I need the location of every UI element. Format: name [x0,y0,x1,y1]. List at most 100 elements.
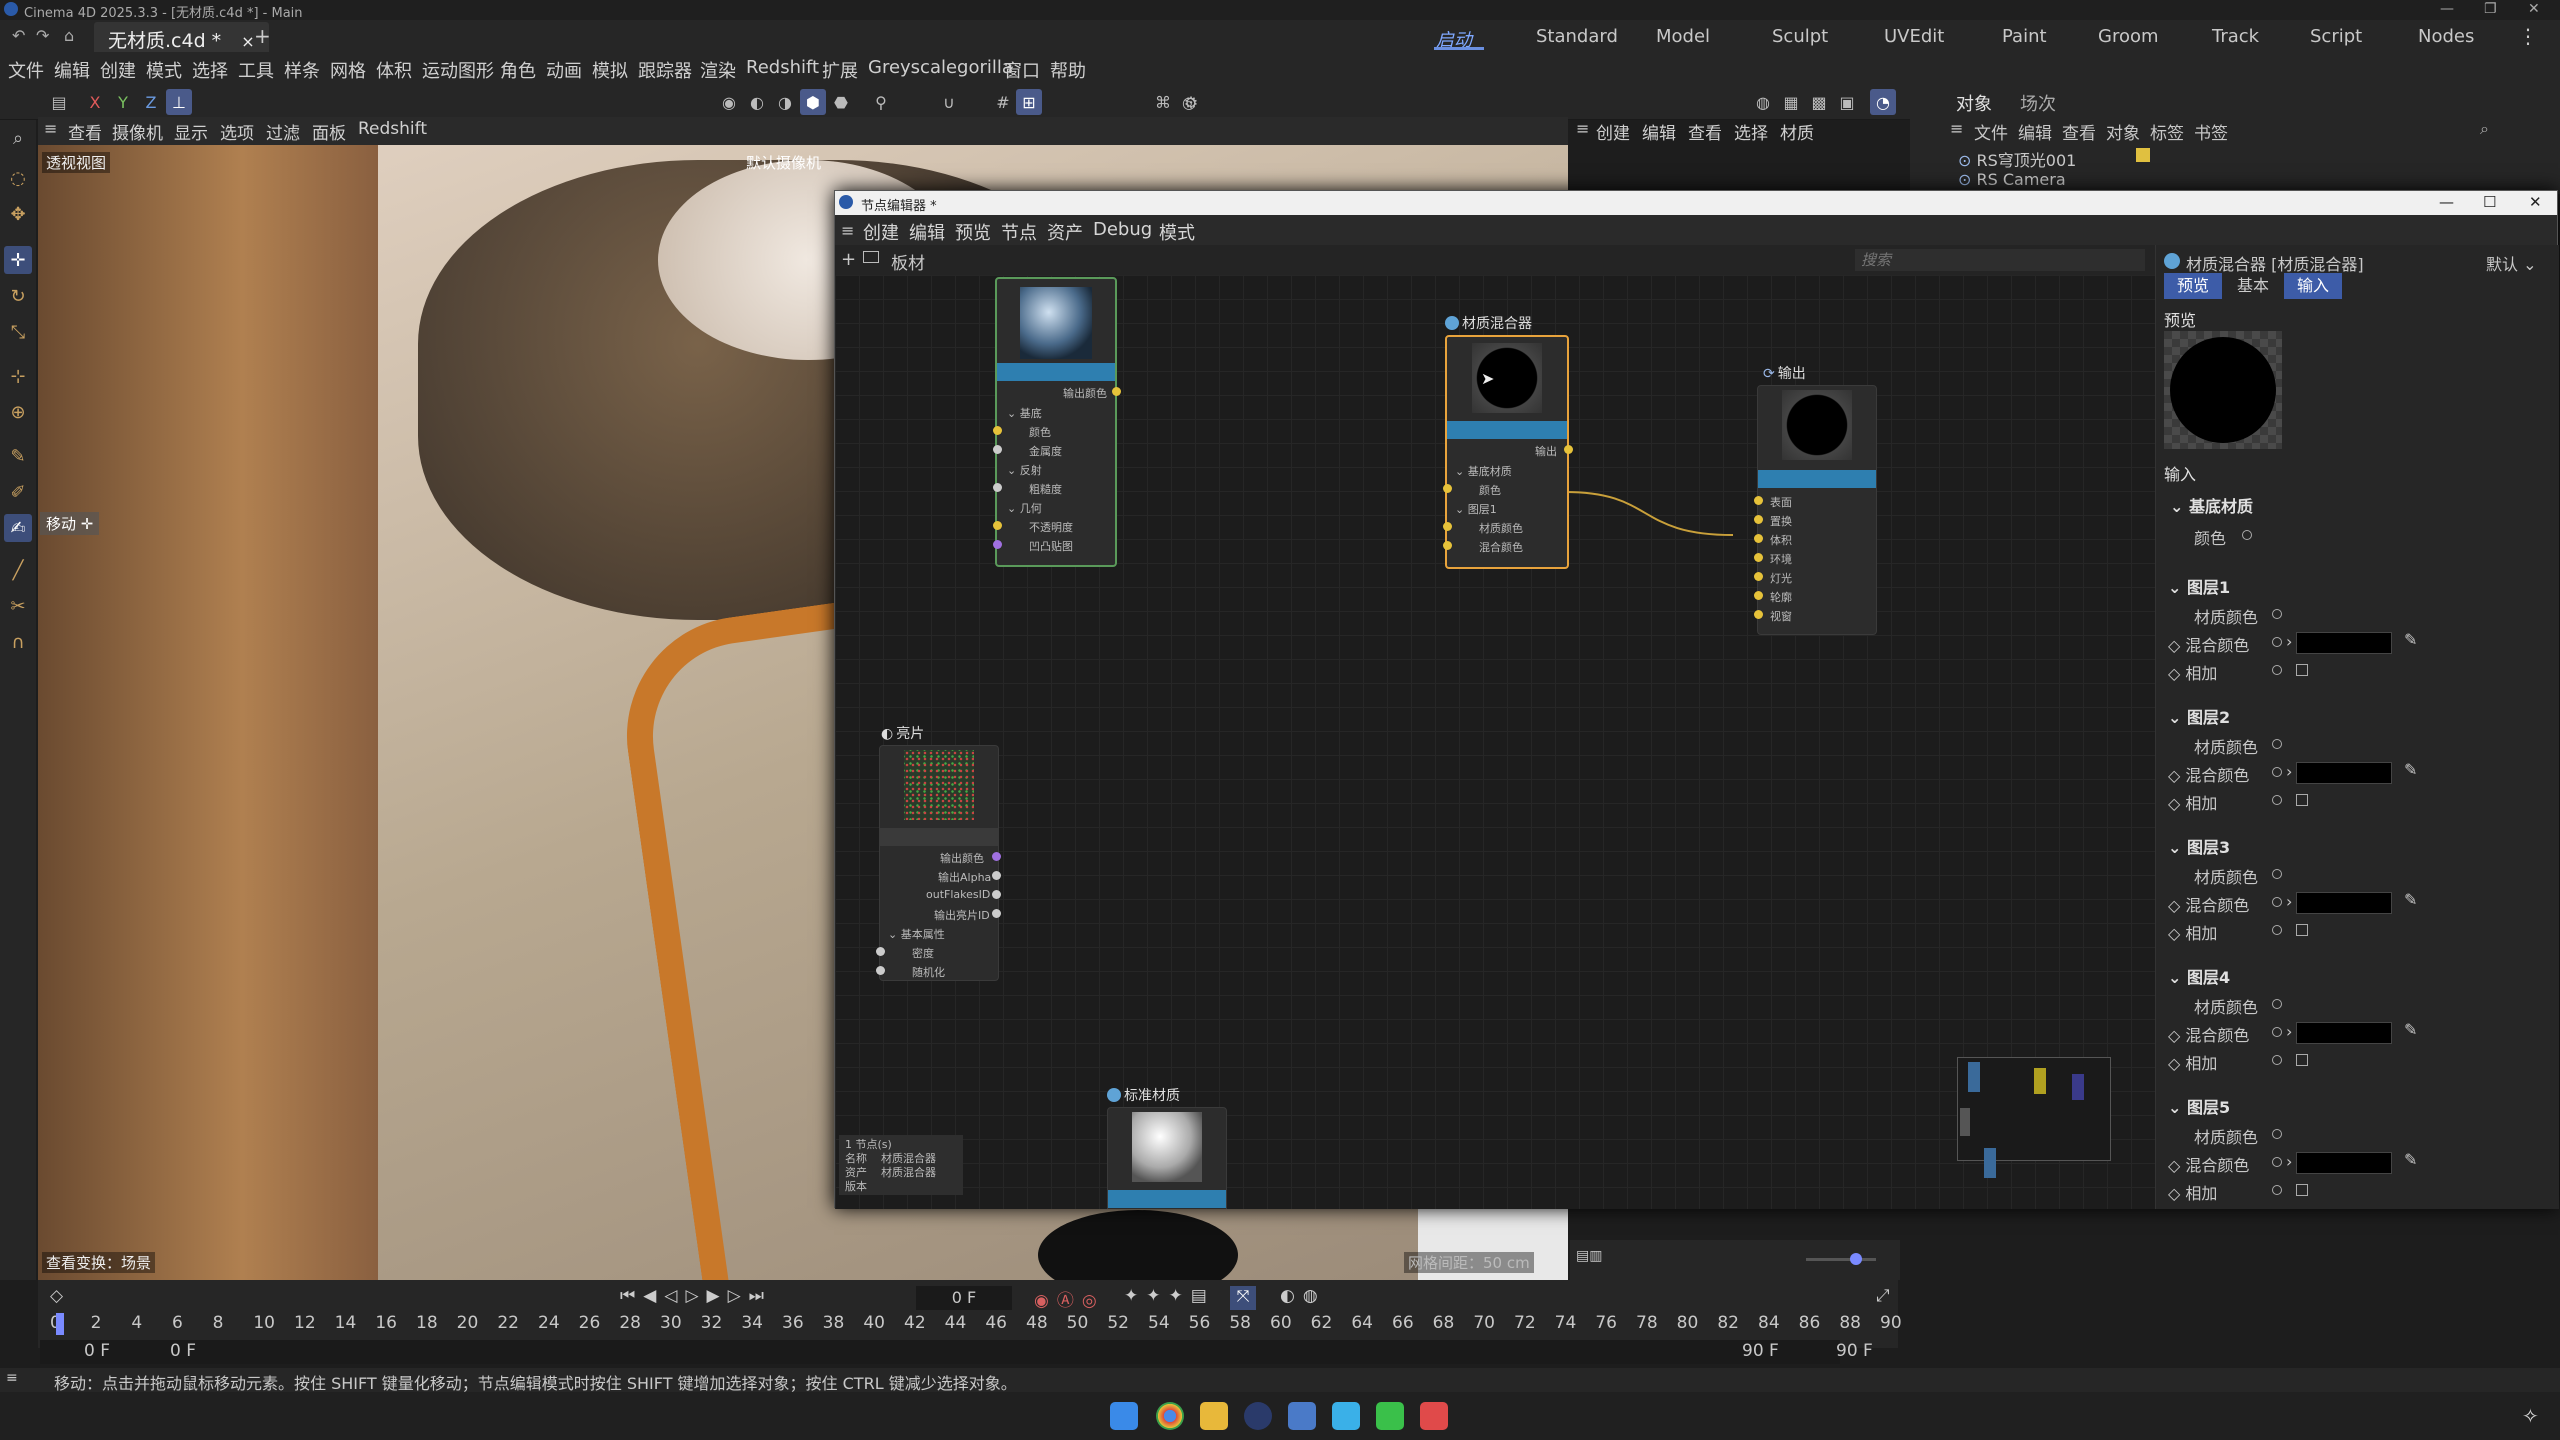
group-base-material[interactable]: ⌄ 基底材质 [2170,493,2253,517]
rotate-tool-icon[interactable]: ↻ [4,282,32,310]
port-dot[interactable] [993,426,1002,435]
preset-dropdown[interactable]: 默认 ⌄ [2486,251,2537,275]
menu-render[interactable]: 渲染 [700,57,736,83]
layout-groom[interactable]: Groom [2098,26,2159,47]
port-dot[interactable] [1443,541,1452,550]
port-dot[interactable] [1443,484,1452,493]
port-dot[interactable] [1754,496,1763,505]
menu-create[interactable]: 创建 [100,57,136,83]
restore-icon[interactable]: ❐ [2484,1,2497,17]
minimize-icon[interactable]: — [2440,1,2454,17]
mat-menu-material[interactable]: 材质 [1780,119,1814,144]
vp-menu-panel[interactable]: 面板 [312,119,346,144]
tab-close-icon[interactable]: × [241,32,254,51]
tab-takes[interactable]: 场次 [2020,90,2056,116]
view-list-icon[interactable]: ▤▥ [1576,1248,1602,1264]
axis-y-toggle[interactable]: Y [110,89,136,115]
grid-icon[interactable]: # [990,89,1016,115]
port-dot[interactable] [1754,591,1763,600]
node-search-input[interactable] [1855,249,2145,271]
tab-document[interactable]: 无材质.c4d * × [94,22,269,52]
ne-menu-node[interactable]: 节点 [1001,219,1037,245]
eyedropper-icon[interactable]: ✎ [2404,890,2417,909]
system-tray-icon[interactable]: ✧ [2522,1404,2539,1428]
layer-header[interactable]: ⌄ 图层5 [2168,1094,2230,1118]
coord-system-icon[interactable]: ⊥ [166,89,192,115]
expand-icon[interactable]: › [2286,1022,2292,1041]
render-picture-icon[interactable]: ▦ [1778,89,1804,115]
menu-simulate[interactable]: 模拟 [592,57,628,83]
port-dot[interactable] [1754,610,1763,619]
mat-menu-create[interactable]: 创建 [1596,119,1630,144]
menu-edit[interactable]: 编辑 [54,57,90,83]
knife-tool-icon[interactable]: ✂ [4,592,32,620]
vp-menu-options[interactable]: 选项 [220,119,254,144]
axis-x-toggle[interactable]: X [82,89,108,115]
object-row[interactable]: ⊙ RS穹顶光001 [1958,147,2076,171]
key-controls[interactable]: ✦✦✦▤ [1124,1286,1215,1306]
layer-add-checkbox[interactable] [2296,924,2308,936]
material-menu-icon[interactable]: ≡ [1576,119,1589,138]
layer-mix-color-swatch[interactable] [2296,632,2392,654]
deformer-icon[interactable]: ⌘ [1150,89,1176,115]
eyedropper-icon[interactable]: ✎ [2404,760,2417,779]
node-flakes[interactable]: 输出颜色 输出Alpha outFlakesID 输出亮片ID ⌄ 基本属性 密… [876,745,1001,981]
port-dot[interactable] [1754,553,1763,562]
app-icon[interactable] [1332,1402,1360,1430]
keyframe-icon[interactable]: ◇ [50,1286,63,1306]
menu-tools[interactable]: 工具 [238,57,274,83]
add-node-icon[interactable]: + [841,249,856,270]
layer-add-checkbox[interactable] [2296,1054,2308,1066]
layer-add-checkbox[interactable] [2296,794,2308,806]
range-bar[interactable] [40,1340,1840,1364]
om-menu-edit[interactable]: 编辑 [2018,119,2052,144]
ne-close-icon[interactable]: ✕ [2529,193,2542,211]
om-menu-object[interactable]: 对象 [2106,119,2140,144]
port-dot[interactable] [1564,445,1573,454]
layer-add-port[interactable] [2272,795,2282,805]
menu-animate[interactable]: 动画 [546,57,582,83]
edges-mode-icon[interactable]: ◑ [772,89,798,115]
layer-mix-port[interactable] [2272,637,2282,647]
start-icon[interactable] [1110,1402,1138,1430]
port-dot[interactable] [1754,515,1763,524]
playback-controls[interactable]: ⏮◀◁▷▶▷⏭ [620,1286,772,1306]
node-output[interactable]: 表面 置换 体积 环境 灯光 轮廓 视窗 [1754,385,1877,635]
transform-tool-icon[interactable]: ⊕ [4,398,32,426]
render-queue-icon[interactable]: ▣ [1834,89,1860,115]
node-material-mixer[interactable]: ➤ 输出 ⌄ 基底材质 颜色 ⌄ 图层1 材质颜色 混合颜色 [1443,335,1573,569]
port-dot[interactable] [876,947,885,956]
menu-character[interactable]: 角色 [500,57,536,83]
magnet-icon[interactable]: ∪ [936,89,962,115]
port-dot[interactable] [876,966,885,975]
om-menu-file[interactable]: 文件 [1974,119,2008,144]
range-end-2[interactable]: 90 F [1836,1341,1873,1361]
motion-controls[interactable]: ◐◍ [1280,1286,1326,1306]
layer-mix-color-swatch[interactable] [2296,892,2392,914]
tag-icon[interactable]: ◎ [1176,89,1202,115]
range-start[interactable]: 0 F [84,1341,110,1361]
port-dot[interactable] [1754,572,1763,581]
app-green-icon[interactable] [1376,1402,1404,1430]
model-mode-icon[interactable]: ◉ [716,89,742,115]
pen-tool-icon[interactable]: ✎ [4,442,32,470]
node-reflection[interactable]: 输出颜色 ⌄ 基底 颜色 金属度 ⌄ 反射 粗糙度 ⌄ 几何 不透明度 凹凸贴图 [993,277,1121,567]
layer-mix-color-swatch[interactable] [2296,1152,2392,1174]
layer-add-port[interactable] [2272,1185,2282,1195]
eyedropper-icon[interactable]: ✎ [2404,1150,2417,1169]
menu-select[interactable]: 选择 [192,57,228,83]
layer-mix-port[interactable] [2272,1157,2282,1167]
node-canvas[interactable]: 输出颜色 ⌄ 基底 颜色 金属度 ⌄ 反射 粗糙度 ⌄ 几何 不透明度 凹凸贴图… [835,275,2155,1209]
port-dot[interactable] [1754,534,1763,543]
vp-menu-redshift[interactable]: Redshift [358,119,427,139]
object-tag-icon[interactable] [2136,148,2150,162]
tab-input[interactable]: 输入 [2284,273,2342,299]
port-dot[interactable] [993,445,1002,454]
menu-redshift[interactable]: Redshift [746,57,819,78]
ne-restore-icon[interactable]: ☐ [2483,193,2496,211]
attr-base-color-port[interactable] [2242,530,2252,540]
playhead[interactable] [56,1313,64,1335]
range-start-2[interactable]: 0 F [170,1341,196,1361]
live-select-icon[interactable]: ✥ [4,200,32,228]
calculator-icon[interactable] [1288,1402,1316,1430]
